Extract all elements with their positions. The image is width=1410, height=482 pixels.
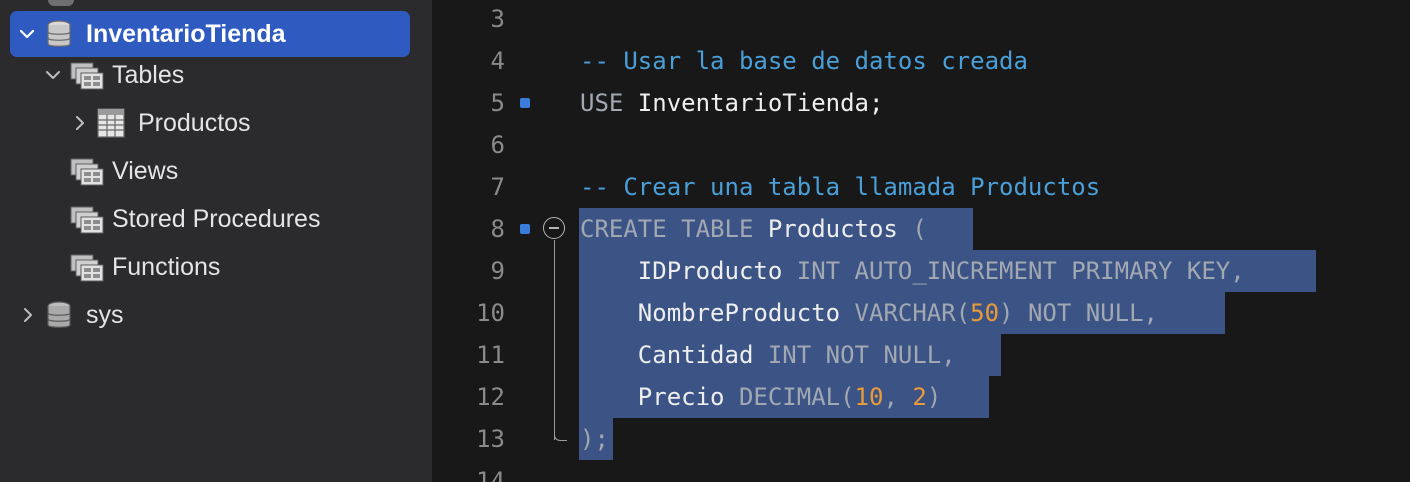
- code-token: InventarioTienda;: [623, 89, 884, 117]
- line-number: 6: [490, 131, 505, 159]
- tree-item-label: Tables: [112, 60, 185, 89]
- code-token: -- Usar la base de datos creada: [580, 47, 1028, 75]
- tree-item-sys[interactable]: sys: [0, 292, 432, 338]
- code-line[interactable]: IDProducto INT AUTO_INCREMENT PRIMARY KE…: [580, 250, 1245, 292]
- code-token: 10: [854, 383, 884, 411]
- tree-item-functions[interactable]: Functions: [0, 244, 432, 290]
- code-line[interactable]: -- Crear una tabla llamada Productos: [580, 166, 1100, 208]
- tree-item-label: Productos: [138, 108, 251, 137]
- line-number: 7: [490, 173, 505, 201]
- code-token: INT AUTO_INCREMENT PRIMARY KEY,: [796, 257, 1245, 285]
- tree-item-label: InventarioTienda: [86, 19, 286, 48]
- code-token: (: [912, 215, 927, 243]
- code-token: 50: [970, 299, 1000, 327]
- code-line[interactable]: );: [580, 418, 609, 460]
- table-icon: [97, 108, 125, 138]
- code-token: ,: [883, 383, 913, 411]
- code-line[interactable]: USE InventarioTienda;: [580, 82, 883, 124]
- folder-stack-icon: [70, 206, 104, 234]
- sql-editor[interactable]: 3 4 -- Usar la base de datos creada 5 USE In…: [432, 0, 1410, 482]
- tree-item-label: Stored Procedures: [112, 204, 321, 233]
- database-icon: [46, 301, 72, 331]
- code-token: Precio: [580, 383, 739, 411]
- tree-item-inventariotienda[interactable]: InventarioTienda: [10, 11, 410, 57]
- code-line[interactable]: -- Usar la base de datos creada: [580, 40, 1028, 82]
- bookmark-icon[interactable]: [520, 224, 530, 234]
- tree-item-stored-procedures[interactable]: Stored Procedures: [0, 196, 432, 242]
- code-token: ) NOT NULL,: [999, 299, 1158, 327]
- code-line[interactable]: Cantidad INT NOT NULL,: [580, 334, 956, 376]
- code-line[interactable]: Precio DECIMAL(10, 2): [580, 376, 941, 418]
- schema-navigator: InventarioTienda Tables Productos Views …: [0, 0, 432, 482]
- code-token: INT NOT NULL,: [767, 341, 956, 369]
- line-number: 4: [490, 47, 505, 75]
- code-token: ): [926, 383, 942, 411]
- chevron-right-icon[interactable]: [14, 301, 42, 329]
- line-number: 8: [490, 215, 505, 243]
- fold-guide-end: [554, 428, 567, 441]
- tree-item-productos[interactable]: Productos: [0, 100, 432, 146]
- tree-item-label: Views: [112, 156, 179, 185]
- line-number: 14: [476, 467, 505, 482]
- code-token: Cantidad: [580, 341, 768, 369]
- line-number: 9: [490, 257, 505, 285]
- line-number: 12: [476, 383, 505, 411]
- code-token: NombreProducto: [580, 299, 855, 327]
- fold-collapse-icon[interactable]: [543, 217, 565, 239]
- line-number: 5: [490, 89, 505, 117]
- line-number: 11: [476, 341, 505, 369]
- folder-stack-icon: [70, 62, 104, 90]
- code-token: );: [580, 425, 609, 453]
- database-icon: [46, 20, 72, 50]
- code-token: CREATE TABLE: [580, 215, 754, 243]
- line-number: 3: [490, 5, 505, 33]
- chevron-down-icon[interactable]: [13, 20, 41, 48]
- chevron-right-icon[interactable]: [66, 109, 94, 137]
- code-token: 2: [912, 383, 927, 411]
- code-token: Productos: [753, 215, 913, 243]
- line-number: 13: [476, 425, 505, 453]
- scrolled-item-icon: [48, 0, 74, 6]
- folder-stack-icon: [70, 158, 104, 186]
- line-number: 10: [476, 299, 505, 327]
- tree-item-tables[interactable]: Tables: [0, 52, 432, 98]
- chevron-down-icon[interactable]: [39, 61, 67, 89]
- code-token: USE: [580, 89, 624, 117]
- code-token: -- Crear una tabla llamada Productos: [580, 173, 1101, 201]
- tree-item-views[interactable]: Views: [0, 148, 432, 194]
- code-token: IDProducto: [580, 257, 797, 285]
- code-token: DECIMAL(: [738, 383, 855, 411]
- fold-guide: [554, 240, 555, 440]
- tree-item-label: Functions: [112, 252, 221, 281]
- tree-item-label: sys: [86, 300, 124, 329]
- code-line[interactable]: CREATE TABLE Productos (: [580, 208, 927, 250]
- bookmark-icon[interactable]: [520, 98, 530, 108]
- folder-stack-icon: [70, 254, 104, 282]
- code-token: VARCHAR(: [854, 299, 971, 327]
- code-line[interactable]: NombreProducto VARCHAR(50) NOT NULL,: [580, 292, 1158, 334]
